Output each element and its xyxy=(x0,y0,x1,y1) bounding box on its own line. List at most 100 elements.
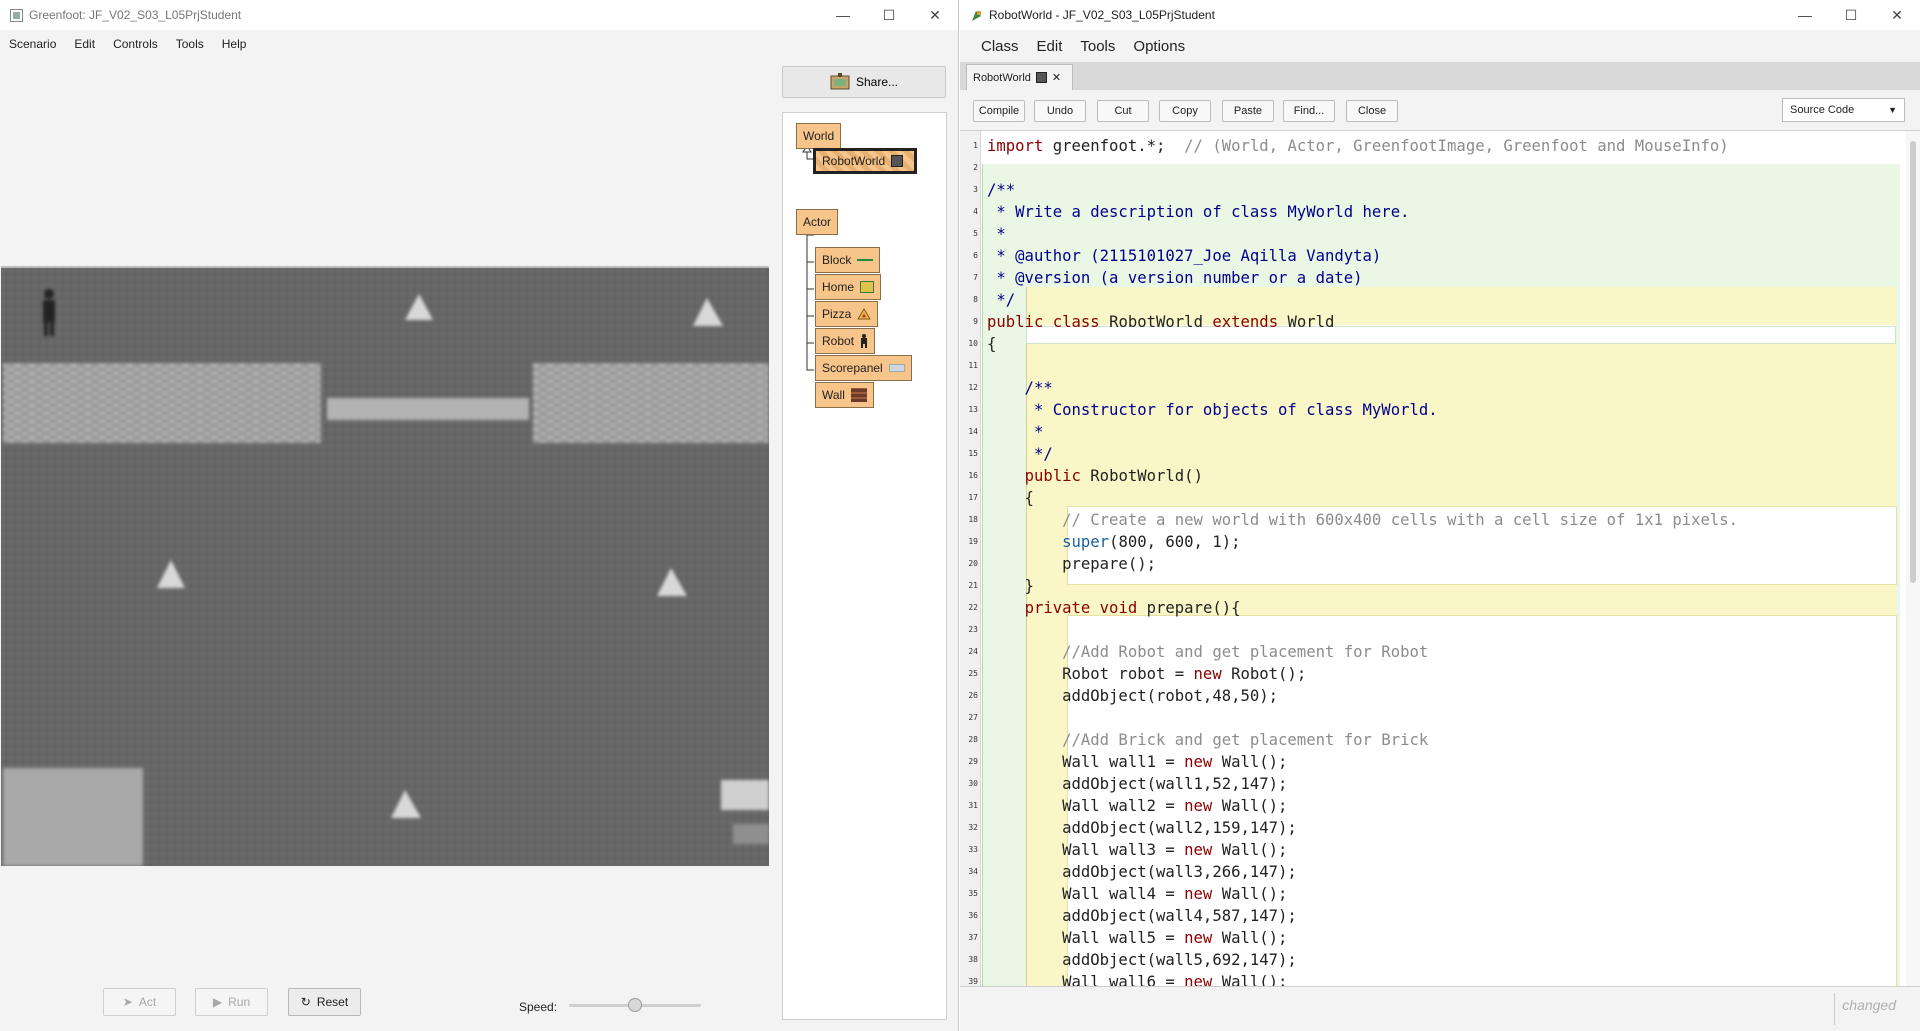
line-number: 30 xyxy=(968,779,978,788)
line-number: 31 xyxy=(968,801,978,810)
menu-help[interactable]: Help xyxy=(213,37,256,51)
speed-slider-knob[interactable] xyxy=(628,998,642,1012)
line-number: 4 xyxy=(973,207,978,216)
world-scene xyxy=(1,268,769,866)
editor-titlebar: RobotWorld - JF_V02_S03_L05PrjStudent — … xyxy=(960,0,1920,30)
editor-window-title: RobotWorld - JF_V02_S03_L05PrjStudent xyxy=(989,8,1215,22)
close-button[interactable]: Close xyxy=(1346,100,1398,122)
class-wall[interactable]: Wall xyxy=(815,382,874,408)
cut-button[interactable]: Cut xyxy=(1097,100,1149,122)
share-button[interactable]: Share... xyxy=(782,66,946,98)
code-line: * Constructor for objects of class MyWor… xyxy=(987,401,1438,419)
maximize-button[interactable]: ☐ xyxy=(1828,0,1874,30)
close-window-button[interactable]: ✕ xyxy=(912,0,958,30)
class-scorepanel[interactable]: Scorepanel xyxy=(815,355,912,381)
code-line: { xyxy=(987,489,1034,507)
class-world[interactable]: World xyxy=(796,123,842,149)
chevron-down-icon: ▼ xyxy=(1888,105,1897,115)
line-number-gutter: 1 2 3 4 5 6 7 8 9 10 11 12 13 14 15 16 17 18 19 20 21 22 23 24 2… xyxy=(960,131,981,986)
class-robotworld[interactable]: RobotWorld xyxy=(813,148,917,174)
class-actor[interactable]: Actor xyxy=(796,209,839,235)
wall-block xyxy=(3,363,321,443)
minimize-button[interactable]: — xyxy=(1782,0,1828,30)
class-home[interactable]: Home xyxy=(815,274,882,300)
speed-label: Speed: xyxy=(519,1000,558,1014)
line-number: 18 xyxy=(968,515,978,524)
editor-window: RobotWorld - JF_V02_S03_L05PrjStudent — … xyxy=(960,0,1920,1031)
code-line: * xyxy=(987,423,1053,441)
line-number: 8 xyxy=(973,295,978,304)
home-block xyxy=(733,824,769,844)
menu-tools[interactable]: Tools xyxy=(1071,38,1124,55)
line-number: 6 xyxy=(973,251,978,260)
class-pizza[interactable]: Pizza xyxy=(815,301,879,327)
reset-button[interactable]: ↻ Reset xyxy=(288,988,361,1016)
line-number: 39 xyxy=(968,977,978,986)
compile-button[interactable]: Compile xyxy=(973,100,1025,122)
code-editor[interactable]: 1 2 3 4 5 6 7 8 9 10 11 12 13 14 15 16 17 18 19 20 21 22 23 24 2… xyxy=(960,130,1920,986)
code-line: Wall wall3 = new Wall(); xyxy=(987,841,1288,859)
code-line: */ xyxy=(987,445,1053,463)
line-number: 36 xyxy=(968,911,978,920)
maximize-button[interactable]: ☐ xyxy=(866,0,912,30)
view-select[interactable]: Source Code ▼ xyxy=(1782,98,1905,122)
paste-button[interactable]: Paste xyxy=(1222,100,1274,122)
code-line: Wall wall2 = new Wall(); xyxy=(987,797,1288,815)
line-number: 7 xyxy=(973,273,978,282)
find-button[interactable]: Find... xyxy=(1283,100,1335,122)
editor-vertical-scrollbar[interactable] xyxy=(1906,131,1920,986)
minimize-button[interactable]: — xyxy=(820,0,866,30)
line-number: 28 xyxy=(968,735,978,744)
line-number: 10 xyxy=(968,339,978,348)
code-line: private void prepare(){ xyxy=(1024,599,1241,617)
line-number: 29 xyxy=(968,757,978,766)
line-number: 15 xyxy=(968,449,978,458)
greenfoot-window: Greenfoot: JF_V02_S03_L05PrjStudent — ☐ … xyxy=(0,0,959,1031)
reset-icon: ↻ xyxy=(300,995,311,1009)
code-line: public RobotWorld() xyxy=(1024,467,1203,485)
code-line: //Add Robot and get placement for Robot xyxy=(987,643,1429,661)
wall-icon xyxy=(850,388,867,402)
code-line: addObject(wall3,266,147); xyxy=(987,863,1297,881)
code-line: * Write a description of class MyWorld h… xyxy=(987,203,1410,221)
line-number: 23 xyxy=(968,625,978,634)
copy-button[interactable]: Copy xyxy=(1159,100,1211,122)
world-area: ◀ ▶ xyxy=(0,58,769,1025)
act-button[interactable]: ➤ Act xyxy=(103,988,176,1016)
menu-controls[interactable]: Controls xyxy=(104,37,167,51)
line-number: 1 xyxy=(973,141,978,150)
menu-options[interactable]: Options xyxy=(1124,38,1194,55)
world-image-icon xyxy=(891,155,904,167)
speed-slider[interactable] xyxy=(569,998,701,1012)
code-line: //Add Brick and get placement for Brick xyxy=(987,731,1429,749)
code-line: Wall wall1 = new Wall(); xyxy=(987,753,1288,771)
code-line: super(800, 600, 1); xyxy=(1062,533,1241,551)
menu-edit[interactable]: Edit xyxy=(1028,38,1072,55)
menu-class[interactable]: Class xyxy=(960,38,1028,55)
scrollbar-thumb[interactable] xyxy=(1910,141,1916,583)
menu-edit[interactable]: Edit xyxy=(65,37,104,51)
line-number: 33 xyxy=(968,845,978,854)
line-number: 19 xyxy=(968,537,978,546)
code-line: Robot robot = new Robot(); xyxy=(987,665,1307,683)
line-number: 37 xyxy=(968,933,978,942)
class-robot[interactable]: Robot xyxy=(815,328,876,354)
code-line: /** xyxy=(987,379,1053,397)
run-button[interactable]: ▶ Run xyxy=(195,988,268,1016)
close-window-button[interactable]: ✕ xyxy=(1874,0,1920,30)
world-canvas[interactable] xyxy=(1,266,769,866)
class-label: Robot xyxy=(822,334,855,348)
editor-tabstrip: RobotWorld ✕ xyxy=(960,62,1920,90)
menu-tools[interactable]: Tools xyxy=(167,37,213,51)
close-tab-icon[interactable]: ✕ xyxy=(1052,71,1061,84)
tab-robotworld[interactable]: RobotWorld ✕ xyxy=(966,64,1073,90)
class-block[interactable]: Block xyxy=(815,247,881,273)
greenfoot-titlebar: Greenfoot: JF_V02_S03_L05PrjStudent — ☐ … xyxy=(0,0,958,30)
undo-button[interactable]: Undo xyxy=(1034,100,1086,122)
menu-scenario[interactable]: Scenario xyxy=(0,37,65,51)
greenfoot-app-icon xyxy=(9,8,23,22)
line-number: 34 xyxy=(968,867,978,876)
code-line: public class RobotWorld extends World xyxy=(987,313,1335,331)
line-number: 27 xyxy=(968,713,978,722)
class-label: Block xyxy=(822,253,852,267)
